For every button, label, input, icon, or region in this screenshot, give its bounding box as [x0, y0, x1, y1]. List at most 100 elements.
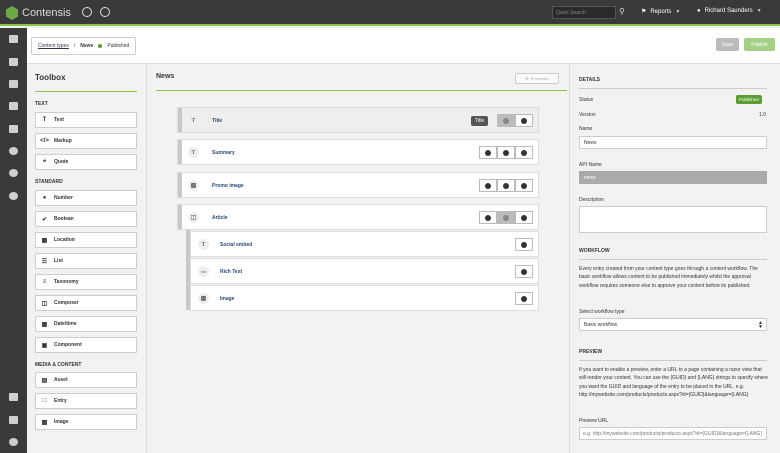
delete-button[interactable]: [515, 146, 533, 159]
delete-button[interactable]: [515, 238, 533, 251]
field-row-article[interactable]: ◫ Article: [177, 204, 539, 230]
toolbox-item-location[interactable]: ▦ Location: [35, 232, 137, 248]
drag-handle[interactable]: [178, 108, 182, 132]
layout-icon[interactable]: [9, 102, 18, 110]
save-button[interactable]: Save: [716, 38, 739, 51]
settings-button[interactable]: [497, 114, 515, 127]
delete-button[interactable]: [515, 265, 533, 278]
globe-icon[interactable]: [9, 169, 18, 177]
toolbox-item-quote[interactable]: ❝ Quote: [35, 154, 137, 170]
edit-icon: [503, 149, 509, 156]
toolbox-item-label: Text: [54, 117, 64, 123]
close-icon: [521, 182, 527, 189]
toolbox-item-composer[interactable]: ◫ Composer: [35, 295, 137, 311]
publish-button[interactable]: Publish: [744, 38, 775, 51]
toolbox-item-markup[interactable]: </> Markup: [35, 133, 137, 149]
toolbox-item-number[interactable]: ● Number: [35, 190, 137, 206]
edit-button[interactable]: [515, 114, 533, 127]
quote-icon: ❝: [42, 159, 47, 166]
left-nav-rail: [0, 28, 27, 453]
logo[interactable]: Contensis: [6, 5, 71, 21]
breadcrumb: Content types / News Published: [31, 37, 137, 55]
edit-button[interactable]: [497, 211, 515, 224]
field-actions: [479, 179, 533, 192]
toolbox-item-text[interactable]: T Text: [35, 112, 137, 128]
toolbox-item-entry[interactable]: □ Entry: [35, 393, 137, 409]
toolbox-item-list[interactable]: ☰ List: [35, 253, 137, 269]
field-row-title[interactable]: T Title Title: [177, 107, 539, 133]
field-row-summary[interactable]: T Summary: [177, 139, 539, 165]
chat-icon[interactable]: [9, 147, 18, 155]
folder-icon[interactable]: [9, 35, 18, 43]
reports-label: Reports: [650, 8, 672, 15]
text-icon: T: [188, 147, 199, 158]
section-media-content: MEDIA & CONTENT: [35, 362, 82, 368]
settings-button[interactable]: [479, 179, 497, 192]
workflow-type-select[interactable]: Basic workflow ▲ ▼: [579, 318, 767, 331]
divider: [579, 259, 767, 260]
properties-button[interactable]: ⚙ Properties: [515, 73, 559, 84]
edit-button[interactable]: [497, 179, 515, 192]
preview-url-input[interactable]: e.g. http://mywebsite.com/products/produ…: [579, 427, 767, 440]
delete-button[interactable]: [515, 179, 533, 192]
gear-icon[interactable]: [9, 438, 18, 446]
select-arrows-icon: ▲ ▼: [758, 320, 763, 330]
settings-icon: [485, 182, 491, 189]
search-icon[interactable]: ⚲: [619, 7, 625, 16]
toolbox-item-label: Image: [54, 419, 69, 425]
toolbox-item-datetime[interactable]: ▦ Date/time: [35, 316, 137, 332]
markup-icon: </>: [40, 138, 49, 144]
delete-button[interactable]: [515, 292, 533, 305]
field-actions: [479, 146, 533, 159]
field-name: Image: [220, 296, 235, 302]
drag-handle[interactable]: [178, 173, 182, 197]
name-label: Name: [579, 126, 593, 132]
close-icon: [521, 149, 527, 156]
text-icon: T: [188, 115, 199, 126]
drag-handle[interactable]: [178, 140, 182, 164]
toolbox-item-label: Taxonomy: [54, 279, 79, 285]
field-row-promo-image[interactable]: ▩ Promo image: [177, 172, 539, 198]
toolbox-item-boolean[interactable]: ✔ Boolean: [35, 211, 137, 227]
inbox-icon[interactable]: [9, 393, 18, 401]
content-types-icon[interactable]: [9, 80, 18, 88]
description-field[interactable]: [579, 206, 767, 233]
gear-icon: ⚙: [525, 76, 529, 81]
api-name-label: API Name: [579, 162, 602, 168]
toolbox-item-asset[interactable]: ▤ Asset: [35, 372, 137, 388]
app-title: Contensis: [22, 7, 71, 19]
article-child-social-embed[interactable]: T Social embed: [190, 231, 539, 257]
trash-icon[interactable]: [9, 416, 18, 424]
entries-icon[interactable]: [9, 58, 18, 66]
number-icon: ●: [42, 195, 47, 201]
history-icon[interactable]: [100, 7, 110, 17]
status-label: Published: [107, 43, 130, 49]
toolbox-item-image[interactable]: ▩ Image: [35, 414, 137, 430]
composer-icon: ◫: [188, 212, 199, 223]
top-bar: Contensis Quick Search ⚲ ⚑ Reports ▼ ● R…: [0, 0, 780, 26]
toolbox-item-component[interactable]: ▣ Component: [35, 337, 137, 353]
article-child-image[interactable]: ▩ Image: [190, 285, 539, 311]
list-icon: ☰: [41, 258, 48, 265]
edit-button[interactable]: [497, 146, 515, 159]
status-label: Status: [579, 97, 594, 103]
user-menu[interactable]: ● Richard Saunders ▼: [697, 8, 762, 14]
delete-button[interactable]: [515, 211, 533, 224]
quick-search-input[interactable]: Quick Search: [552, 6, 616, 19]
preview-heading: PREVIEW: [579, 349, 603, 355]
breadcrumb-link-content-types[interactable]: Content types: [38, 43, 69, 49]
settings-button[interactable]: [479, 146, 497, 159]
reports-menu[interactable]: ⚑ Reports ▼: [641, 8, 680, 16]
section-text: TEXT: [35, 101, 48, 107]
image-icon: ▩: [188, 180, 199, 191]
home-icon[interactable]: [9, 125, 18, 133]
drag-handle[interactable]: [178, 205, 182, 229]
settings-button[interactable]: [479, 211, 497, 224]
article-child-rich-text[interactable]: </> Rich Text: [190, 258, 539, 284]
field-actions: [479, 211, 533, 224]
compass-icon[interactable]: [82, 7, 92, 17]
toolbox-item-taxonomy[interactable]: ≡ Taxonomy: [35, 274, 137, 290]
name-field[interactable]: News: [579, 136, 767, 149]
search-icon[interactable]: [9, 192, 18, 200]
page-header: Content types / News Published Save Publ…: [27, 28, 780, 64]
